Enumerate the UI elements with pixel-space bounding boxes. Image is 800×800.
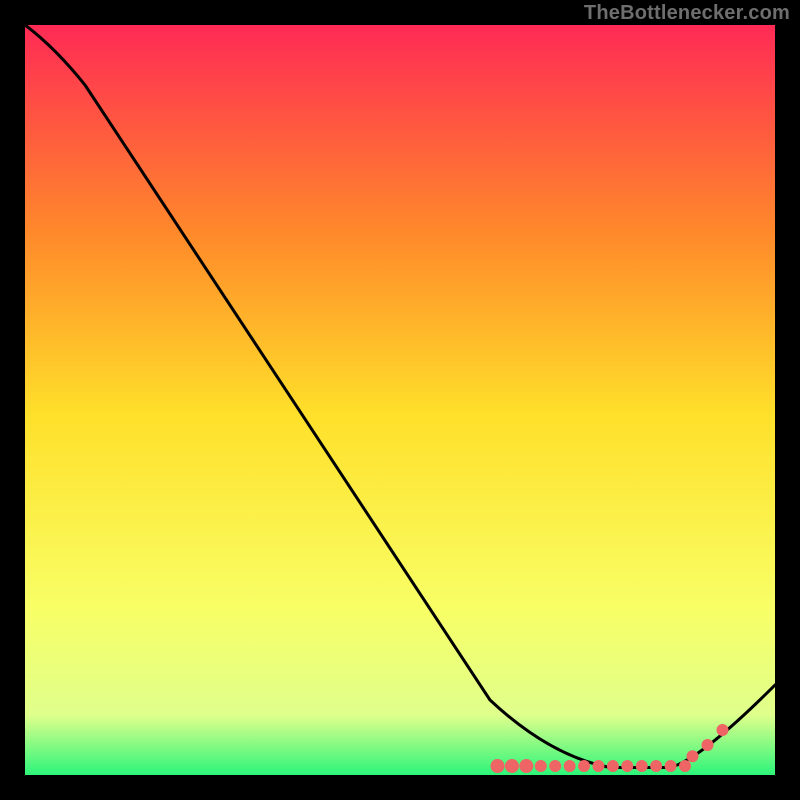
data-marker: [679, 760, 691, 772]
data-marker: [505, 759, 519, 773]
data-marker: [549, 760, 561, 772]
data-marker: [702, 739, 714, 751]
data-marker: [636, 760, 648, 772]
chart-svg: [25, 25, 775, 775]
data-marker: [519, 759, 533, 773]
data-marker: [650, 760, 662, 772]
data-marker: [621, 760, 633, 772]
watermark-text: TheBottlenecker.com: [584, 2, 790, 25]
data-marker: [578, 760, 590, 772]
data-marker: [607, 760, 619, 772]
data-marker: [717, 724, 729, 736]
data-marker: [535, 760, 547, 772]
data-marker: [687, 750, 699, 762]
data-marker: [592, 760, 604, 772]
data-marker: [491, 759, 505, 773]
gradient-background: [25, 25, 775, 775]
chart-plot-area: [25, 25, 775, 775]
data-marker: [564, 760, 576, 772]
data-marker: [665, 760, 677, 772]
chart-stage: TheBottlenecker.com: [0, 0, 800, 800]
